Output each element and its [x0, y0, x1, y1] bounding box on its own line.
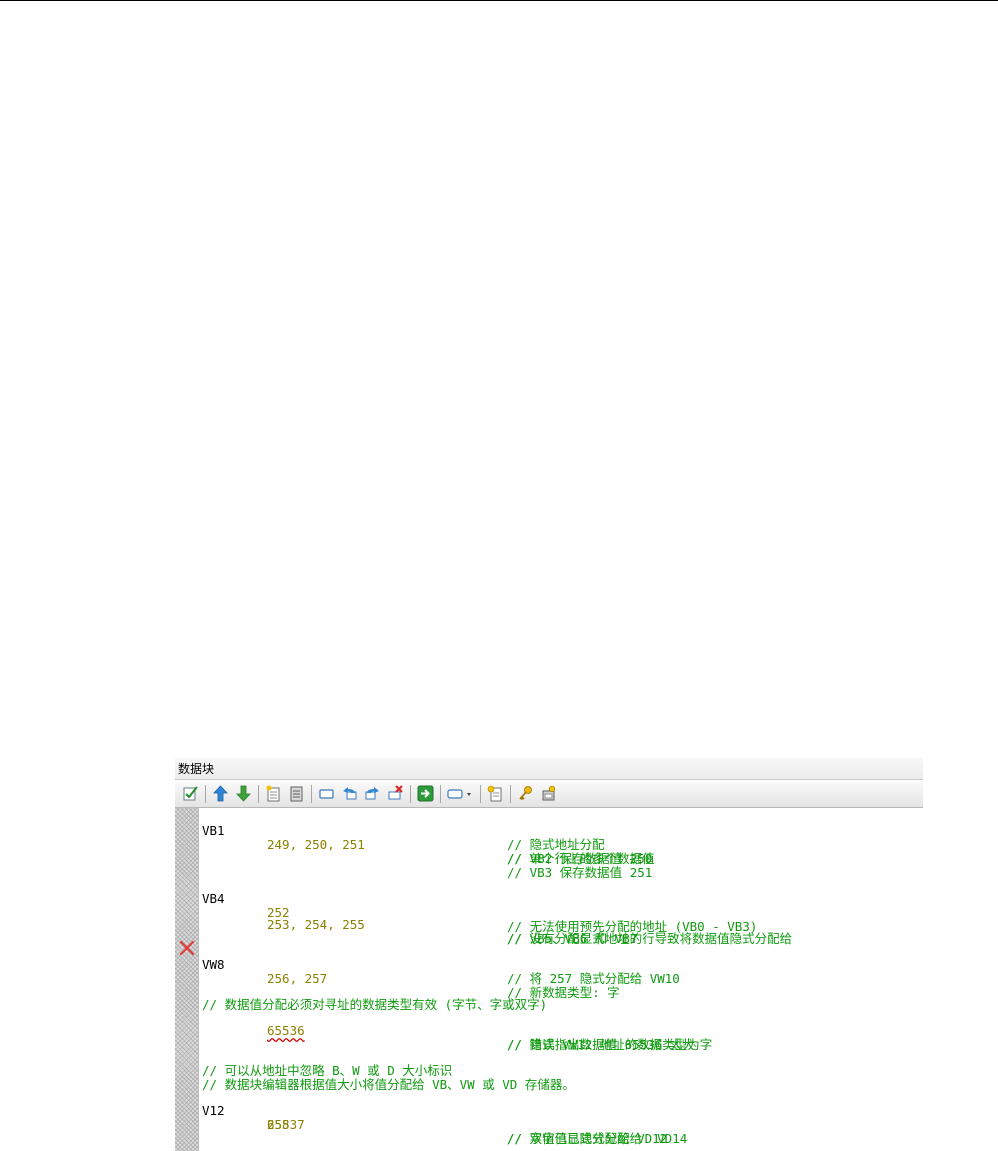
clear-icon[interactable]	[385, 784, 405, 804]
code-line[interactable]: VW8 256, 257 // 新数据类型: 字	[199, 944, 923, 1000]
code-line[interactable]: // 可以从地址中忽略 B、W 或 D 大小标识	[199, 1050, 923, 1078]
redo-icon[interactable]	[362, 784, 382, 804]
key-icon[interactable]	[515, 784, 535, 804]
code-line[interactable]: // 隐式地址分配	[199, 824, 923, 852]
move-down-arrow-icon[interactable]	[233, 784, 253, 804]
panel-title: 数据块	[175, 758, 923, 780]
code-line[interactable]: // VB5、VB6 和 VB7	[199, 918, 923, 946]
toolbar-separator	[258, 784, 259, 803]
code-line[interactable]: V12 258 // 字值已显式分配给 VD12	[199, 1090, 923, 1146]
code-line[interactable]: // 数据值分配必须对寻址的数据类型有效 (字节、字或双字)	[199, 984, 923, 1012]
toolbar-separator	[410, 784, 411, 803]
toolbar-separator	[205, 784, 206, 803]
toolbar-separator	[510, 784, 511, 803]
tag-dropdown-icon[interactable]	[445, 784, 475, 804]
go-to-icon[interactable]	[415, 784, 435, 804]
protect-icon[interactable]	[538, 784, 558, 804]
code-line[interactable]: // VB2 保存数据值 250	[199, 838, 923, 866]
red-x-icon[interactable]	[179, 940, 195, 956]
code-line[interactable]: VB1 249, 250, 251 // 单个行上的多个数据值	[199, 810, 923, 866]
toolbar-separator	[440, 784, 441, 803]
toolbar-separator	[311, 784, 312, 803]
page-top-rule	[0, 0, 998, 1]
code-line[interactable]: // 将 257 隐式分配给 VW10	[199, 958, 923, 986]
compile-check-icon[interactable]	[180, 784, 200, 804]
comment: // 双字值已隐式分配给 VD14	[507, 1131, 688, 1146]
block-icon[interactable]	[316, 784, 336, 804]
data-block-editor[interactable]: VB1 249, 250, 251 // 单个行上的多个数据值 // 隐式地址分…	[199, 810, 923, 1146]
toolbar-separator	[480, 784, 481, 803]
insert-page-icon[interactable]	[263, 784, 283, 804]
editor-gutter	[175, 808, 199, 1151]
undo-icon[interactable]	[339, 784, 359, 804]
data-values: 65537	[267, 1117, 305, 1132]
editor-toolbar	[175, 780, 923, 808]
delete-page-icon[interactable]	[286, 784, 306, 804]
code-line[interactable]: // 隐式 VW12 地址的数据类型为字	[199, 1024, 923, 1052]
code-line[interactable]: 253, 254, 255 // 没有分配显式地址的行导致将数据值隐式分配给	[199, 904, 923, 946]
code-line-error[interactable]: 65536 // 错误指出数据值 65536 太大	[199, 1010, 923, 1052]
move-up-arrow-icon[interactable]	[210, 784, 230, 804]
code-line[interactable]: // 数据块编辑器根据值大小将值分配给 VB、VW 或 VD 存储器。	[199, 1064, 923, 1092]
properties-icon[interactable]	[485, 784, 505, 804]
code-line[interactable]: // VB3 保存数据值 251	[199, 852, 923, 880]
code-line[interactable]: 65537 // 双字值已隐式分配给 VD14	[199, 1104, 923, 1146]
code-line[interactable]: VB4 252 // 无法使用预先分配的地址 (VB0 - VB3)	[199, 878, 923, 934]
data-block-panel: 数据块 VB1 249, 250, 251 // 单个行上的多个数据值 // 隐…	[175, 758, 923, 1151]
